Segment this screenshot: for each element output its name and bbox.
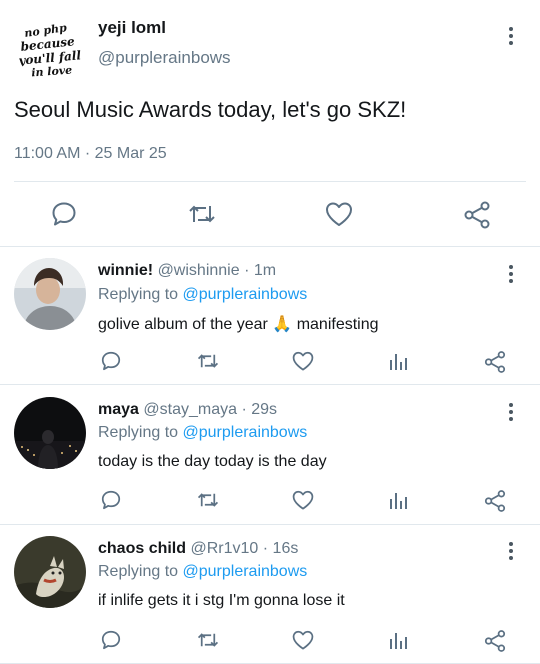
analytics-icon[interactable] (389, 489, 409, 511)
like-icon[interactable] (291, 489, 315, 511)
avatar[interactable] (14, 536, 86, 608)
reply-text: golive album of the year 🙏 manifesting (98, 316, 379, 333)
retweet-icon[interactable] (196, 489, 220, 511)
reply-time: · 1m (244, 262, 277, 279)
reply-author-handle[interactable]: @stay_maya (143, 401, 237, 418)
reply-time: · 16s (262, 540, 299, 557)
replying-to-link[interactable]: @purplerainbows (183, 286, 308, 303)
tweet-text: Seoul Music Awards today, let's go SKZ! (14, 97, 407, 122)
more-vertical-icon[interactable] (502, 263, 520, 285)
like-icon[interactable] (291, 350, 315, 372)
reply-header: maya @stay_maya · 29s (98, 401, 277, 419)
reply-author-handle[interactable]: @wishinnie (158, 262, 240, 279)
analytics-icon[interactable] (389, 629, 409, 651)
author-name[interactable]: yeji loml (98, 18, 166, 38)
reply-text: if inlife gets it i stg I'm gonna lose i… (98, 592, 345, 609)
avatar-logo: no php because you'll fall in love (18, 21, 82, 80)
reply-icon[interactable] (50, 200, 78, 228)
tweet-timestamp[interactable]: 11:00 AM · 25 Mar 25 (14, 145, 167, 163)
retweet-icon[interactable] (187, 200, 217, 228)
reply-icon[interactable] (100, 629, 122, 651)
reply-header: chaos child @Rr1v10 · 16s (98, 540, 298, 558)
reply-author-handle[interactable]: @Rr1v10 (190, 540, 258, 557)
replying-to: Replying to @purplerainbows (98, 286, 308, 303)
reply-time: · 29s (241, 401, 278, 418)
retweet-icon[interactable] (196, 350, 220, 372)
reply-icon[interactable] (100, 489, 122, 511)
divider (14, 181, 526, 182)
divider (0, 524, 540, 525)
replying-to: Replying to @purplerainbows (98, 424, 308, 441)
retweet-icon[interactable] (196, 629, 220, 651)
replying-to-link[interactable]: @purplerainbows (183, 424, 308, 441)
reply-header: winnie! @wishinnie · 1m (98, 262, 276, 280)
share-icon[interactable] (483, 489, 507, 513)
divider (0, 384, 540, 385)
svg-text:in love: in love (31, 64, 73, 80)
author-handle[interactable]: @purplerainbows (98, 48, 231, 68)
share-icon[interactable] (462, 200, 492, 230)
share-icon[interactable] (483, 350, 507, 374)
avatar[interactable]: no php because you'll fall in love (18, 18, 82, 82)
avatar[interactable] (14, 258, 86, 330)
reply-author-name[interactable]: chaos child (98, 540, 186, 557)
reply-author-name[interactable]: winnie! (98, 262, 153, 279)
replying-to-link[interactable]: @purplerainbows (183, 563, 308, 580)
reply-icon[interactable] (100, 350, 122, 372)
reply-text: today is the day today is the day (98, 453, 327, 470)
more-vertical-icon[interactable] (502, 401, 520, 423)
share-icon[interactable] (483, 629, 507, 653)
more-vertical-icon[interactable] (502, 540, 520, 562)
replying-to: Replying to @purplerainbows (98, 563, 308, 580)
avatar[interactable] (14, 397, 86, 469)
like-icon[interactable] (291, 629, 315, 651)
like-icon[interactable] (324, 200, 354, 228)
more-vertical-icon[interactable] (502, 25, 520, 47)
analytics-icon[interactable] (389, 350, 409, 372)
reply-author-name[interactable]: maya (98, 401, 139, 418)
divider (0, 246, 540, 247)
